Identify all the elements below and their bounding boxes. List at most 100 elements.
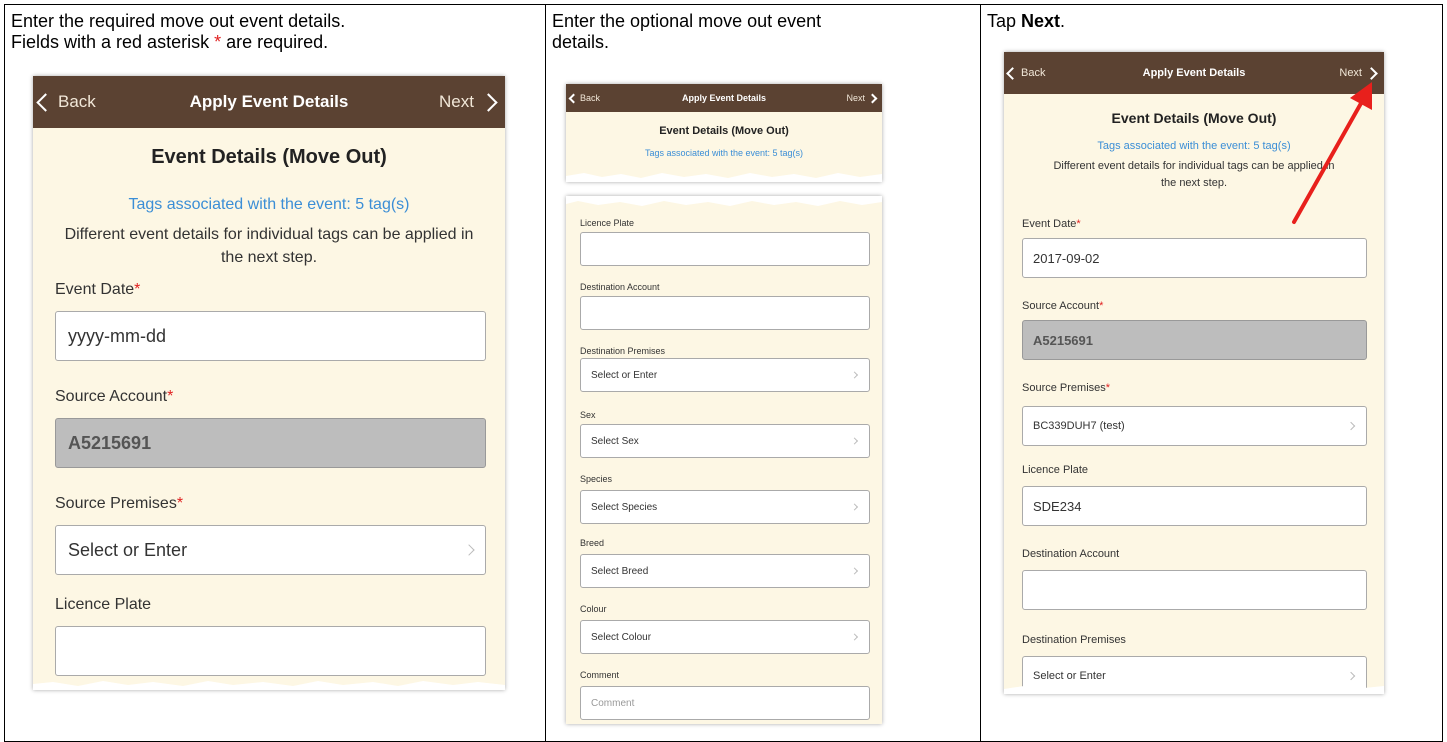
label-text: Source Account <box>1022 300 1100 312</box>
field-value: 2017-09-02 <box>1033 250 1100 266</box>
details-note: Different event details for individual t… <box>33 223 505 269</box>
licence-plate-label: Licence Plate <box>1022 464 1089 476</box>
torn-edge <box>33 676 505 690</box>
event-date-label: Event Date* <box>1022 218 1081 230</box>
instruction-line: Enter the required move out event detail… <box>11 11 346 31</box>
required-asterisk: * <box>134 281 141 298</box>
instruction-line: Enter the optional move out event <box>552 11 822 31</box>
breed-label: Breed <box>580 538 605 548</box>
destination-account-field[interactable] <box>580 296 870 330</box>
tags-link[interactable]: Tags associated with the event: 5 tag(s) <box>566 148 882 158</box>
annotation-arrow-icon <box>1292 82 1372 224</box>
source-account-label: Source Account* <box>55 388 173 406</box>
instruction-text: are required. <box>221 32 329 52</box>
torn-edge <box>1004 680 1384 694</box>
source-premises-select[interactable]: Select or Enter <box>55 525 486 575</box>
source-premises-label: Source Premises* <box>55 495 183 513</box>
chevron-right-icon <box>463 544 475 556</box>
next-button[interactable]: Next <box>846 84 878 112</box>
source-premises-select[interactable]: BC339DUH7 (test) <box>1022 406 1367 446</box>
chevron-right-icon <box>850 567 859 575</box>
chevron-right-icon <box>1346 671 1356 681</box>
next-label: Next <box>846 93 865 103</box>
destination-account-label: Destination Account <box>1022 548 1120 560</box>
nav-bar: Back Apply Event Details Next <box>566 84 882 112</box>
field-placeholder: Select Species <box>591 501 658 513</box>
next-label: Next <box>439 92 474 111</box>
chevron-right-icon <box>1346 421 1356 431</box>
required-asterisk: * <box>1099 300 1104 312</box>
source-account-field: A5215691 <box>1022 320 1367 360</box>
chevron-right-icon <box>867 93 878 103</box>
event-date-field[interactable]: yyyy-mm-dd <box>55 311 486 361</box>
field-placeholder: Comment <box>591 697 635 709</box>
chevron-right-icon <box>850 437 859 445</box>
instruction-line: details. <box>552 32 610 52</box>
destination-account-field[interactable] <box>1022 570 1367 610</box>
field-placeholder: yyyy-mm-dd <box>68 325 166 346</box>
nav-bar: Back Apply Event Details Next <box>33 76 505 128</box>
licence-plate-label: Licence Plate <box>580 218 635 228</box>
licence-plate-label: Licence Plate <box>55 596 151 614</box>
section-title: Event Details (Move Out) <box>659 125 789 137</box>
chevron-right-icon <box>850 371 859 379</box>
species-label: Species <box>580 474 613 484</box>
destination-premises-select[interactable]: Select or Enter <box>580 358 870 392</box>
field-value: A5215691 <box>68 432 152 453</box>
step-instruction-optional: Enter the optional move out event detail… <box>552 11 821 53</box>
nav-title: Apply Event Details <box>189 92 349 111</box>
destination-premises-label: Destination Premises <box>580 346 666 356</box>
nav-title: Apply Event Details <box>681 93 767 103</box>
instruction-line: Fields with a red asterisk * are require… <box>11 32 345 53</box>
label-text: Source Premises <box>1022 382 1106 394</box>
source-account-field: A5215691 <box>55 418 486 468</box>
event-date-field[interactable]: 2017-09-02 <box>1022 238 1367 278</box>
source-premises-label: Source Premises* <box>1022 382 1110 394</box>
label-text: Event Date <box>55 281 135 298</box>
chevron-right-icon <box>479 92 498 112</box>
required-asterisk: * <box>176 495 184 512</box>
next-button[interactable]: Next <box>439 76 498 128</box>
field-placeholder: Select or Enter <box>68 539 188 560</box>
tags-link[interactable]: Tags associated with the event: 5 tag(s) <box>33 196 505 214</box>
comment-field[interactable]: Comment <box>580 686 870 720</box>
sex-label: Sex <box>580 410 596 420</box>
section-title: Event Details (Move Out) <box>151 146 387 168</box>
field-placeholder: Select or Enter <box>591 369 658 381</box>
phone-screenshot-optional-header: Back Apply Event Details Next Event Deta… <box>566 84 882 182</box>
field-value: BC339DUH7 (test) <box>1033 420 1125 432</box>
required-asterisk: * <box>167 388 174 405</box>
label-text: Source Account <box>55 388 168 405</box>
step-instruction-next: Tap Next. <box>987 11 1065 32</box>
field-value: A5215691 <box>1033 332 1093 348</box>
chevron-right-icon <box>850 503 859 511</box>
phone-screenshot-optional-fields: Licence Plate Destination Account Destin… <box>566 196 882 724</box>
note-line: the next step. <box>220 249 318 266</box>
breed-select[interactable]: Select Breed <box>580 554 870 588</box>
destination-premises-label: Destination Premises <box>1022 634 1126 646</box>
field-placeholder: Select Colour <box>591 631 652 643</box>
required-asterisk: * <box>1105 382 1111 394</box>
label-text: Source Premises <box>55 495 177 512</box>
chevron-right-icon <box>850 633 859 641</box>
sex-select[interactable]: Select Sex <box>580 424 870 458</box>
instruction-text: Fields with a red asterisk <box>11 32 215 52</box>
field-placeholder: Select Sex <box>591 435 639 447</box>
label-text: Licence Plate <box>55 596 152 613</box>
note-line: Different event details for individual t… <box>64 226 474 243</box>
phone-screenshot-required: Back Apply Event Details Next Event Deta… <box>33 76 505 690</box>
species-select[interactable]: Select Species <box>580 490 870 524</box>
instruction-text: Tap <box>987 11 1022 31</box>
field-value: SDE234 <box>1033 498 1082 514</box>
licence-plate-field[interactable] <box>580 232 870 266</box>
field-placeholder: Select Breed <box>591 565 649 577</box>
comment-label: Comment <box>580 670 620 680</box>
event-date-label: Event Date* <box>55 281 140 299</box>
colour-select[interactable]: Select Colour <box>580 620 870 654</box>
torn-edge <box>566 168 882 182</box>
source-account-label: Source Account* <box>1022 300 1103 312</box>
licence-plate-field[interactable] <box>55 626 486 676</box>
instruction-text: . <box>1060 11 1066 31</box>
licence-plate-field[interactable]: SDE234 <box>1022 486 1367 526</box>
colour-label: Colour <box>580 604 607 614</box>
